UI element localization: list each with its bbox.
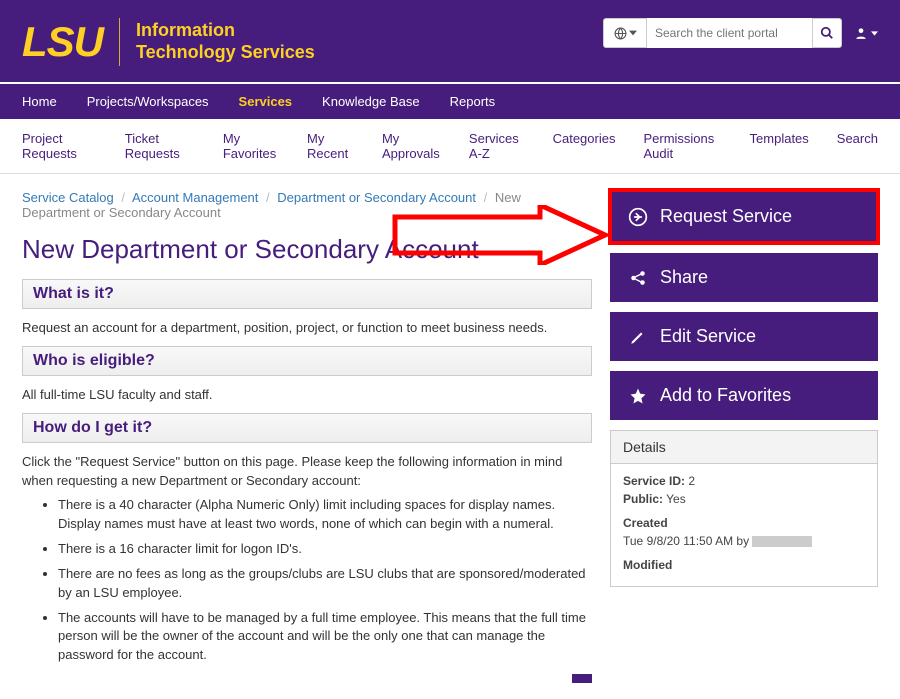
breadcrumb-link[interactable]: Service Catalog	[22, 190, 114, 205]
nav-knowledge-base[interactable]: Knowledge Base	[322, 84, 420, 119]
section-how-intro: Click the "Request Service" button on th…	[22, 454, 562, 488]
content-wrap: Service Catalog / Account Management / D…	[0, 174, 900, 699]
lsu-logo: LSU	[22, 18, 103, 66]
breadcrumb-link[interactable]: Department or Secondary Account	[277, 190, 476, 205]
created-label: Created	[623, 516, 865, 530]
sub-nav: Project Requests Ticket Requests My Favo…	[0, 119, 900, 174]
section-eligible-text: All full-time LSU faculty and staff.	[22, 386, 592, 405]
main-nav: Home Projects/Workspaces Services Knowle…	[0, 82, 900, 119]
redacted-name	[752, 536, 812, 547]
user-menu[interactable]	[854, 26, 878, 40]
subnav-templates[interactable]: Templates	[750, 119, 809, 173]
search-input[interactable]	[647, 18, 812, 48]
created-value: Tue 9/8/20 11:50 AM by	[623, 534, 865, 548]
pencil-icon	[628, 328, 648, 346]
breadcrumb-sep: /	[484, 190, 488, 205]
subnav-categories[interactable]: Categories	[553, 119, 616, 173]
site-title: Information Technology Services	[136, 20, 315, 63]
subnav-permissions-audit[interactable]: Permissions Audit	[643, 119, 721, 173]
breadcrumb-link[interactable]: Account Management	[132, 190, 258, 205]
section-what-text: Request an account for a department, pos…	[22, 319, 592, 338]
list-item: There is a 40 character (Alpha Numeric O…	[58, 496, 592, 534]
edit-service-label: Edit Service	[660, 326, 756, 347]
breadcrumb-sep: /	[121, 190, 125, 205]
star-icon	[628, 387, 648, 405]
subnav-my-recent[interactable]: My Recent	[307, 119, 354, 173]
search-button[interactable]	[812, 18, 842, 48]
subnav-services-az[interactable]: Services A-Z	[469, 119, 525, 173]
search-group	[603, 18, 842, 48]
logo-divider	[119, 18, 120, 66]
logo-area: LSU Information Technology Services	[22, 18, 315, 66]
share-button[interactable]: Share	[610, 253, 878, 302]
search-icon	[820, 26, 834, 40]
caret-down-icon	[871, 30, 878, 37]
edit-service-button[interactable]: Edit Service	[610, 312, 878, 361]
subnav-project-requests[interactable]: Project Requests	[22, 119, 97, 173]
modified-label: Modified	[623, 558, 865, 572]
list-item: There are no fees as long as the groups/…	[58, 565, 592, 603]
subnav-search[interactable]: Search	[837, 119, 878, 173]
section-what-heading: What is it?	[22, 279, 592, 309]
nav-projects[interactable]: Projects/Workspaces	[87, 84, 209, 119]
page-title: New Department or Secondary Account	[22, 234, 592, 265]
arrow-circle-right-icon	[628, 207, 648, 227]
breadcrumb: Service Catalog / Account Management / D…	[22, 190, 592, 220]
details-panel: Details Service ID: 2 Public: Yes Create…	[610, 430, 878, 587]
add-favorites-label: Add to Favorites	[660, 385, 791, 406]
list-item: There is a 16 character limit for logon …	[58, 540, 592, 559]
request-service-button[interactable]: Request Service	[610, 190, 878, 243]
header-bar: LSU Information Technology Services	[0, 0, 900, 82]
globe-icon	[614, 27, 627, 40]
header-right	[603, 18, 878, 48]
list-item: The accounts will have to be managed by …	[58, 609, 592, 666]
public-row: Public: Yes	[623, 492, 865, 506]
section-how-list: There is a 40 character (Alpha Numeric O…	[22, 496, 592, 665]
feed-heading: Feed (0)	[22, 681, 105, 683]
subnav-ticket-requests[interactable]: Ticket Requests	[125, 119, 195, 173]
caret-down-icon	[629, 29, 637, 37]
sidebar-column: Request Service Share Edit Service Add t…	[610, 190, 878, 683]
main-column: Service Catalog / Account Management / D…	[22, 190, 592, 683]
add-favorites-button[interactable]: Add to Favorites	[610, 371, 878, 420]
globe-dropdown[interactable]	[603, 18, 647, 48]
service-id-row: Service ID: 2	[623, 474, 865, 488]
details-heading: Details	[611, 431, 877, 464]
nav-reports[interactable]: Reports	[450, 84, 496, 119]
section-how-body: Click the "Request Service" button on th…	[22, 453, 592, 665]
section-how-heading: How do I get it?	[22, 413, 592, 443]
nav-home[interactable]: Home	[22, 84, 57, 119]
subnav-my-approvals[interactable]: My Approvals	[382, 119, 441, 173]
share-label: Share	[660, 267, 708, 288]
user-icon	[854, 26, 868, 40]
comment-button[interactable]	[572, 674, 592, 683]
subnav-my-favorites[interactable]: My Favorites	[223, 119, 279, 173]
nav-services[interactable]: Services	[239, 84, 293, 119]
share-icon	[628, 269, 648, 287]
request-service-label: Request Service	[660, 206, 792, 227]
details-body: Service ID: 2 Public: Yes Created Tue 9/…	[611, 464, 877, 586]
section-eligible-heading: Who is eligible?	[22, 346, 592, 376]
breadcrumb-sep: /	[266, 190, 270, 205]
